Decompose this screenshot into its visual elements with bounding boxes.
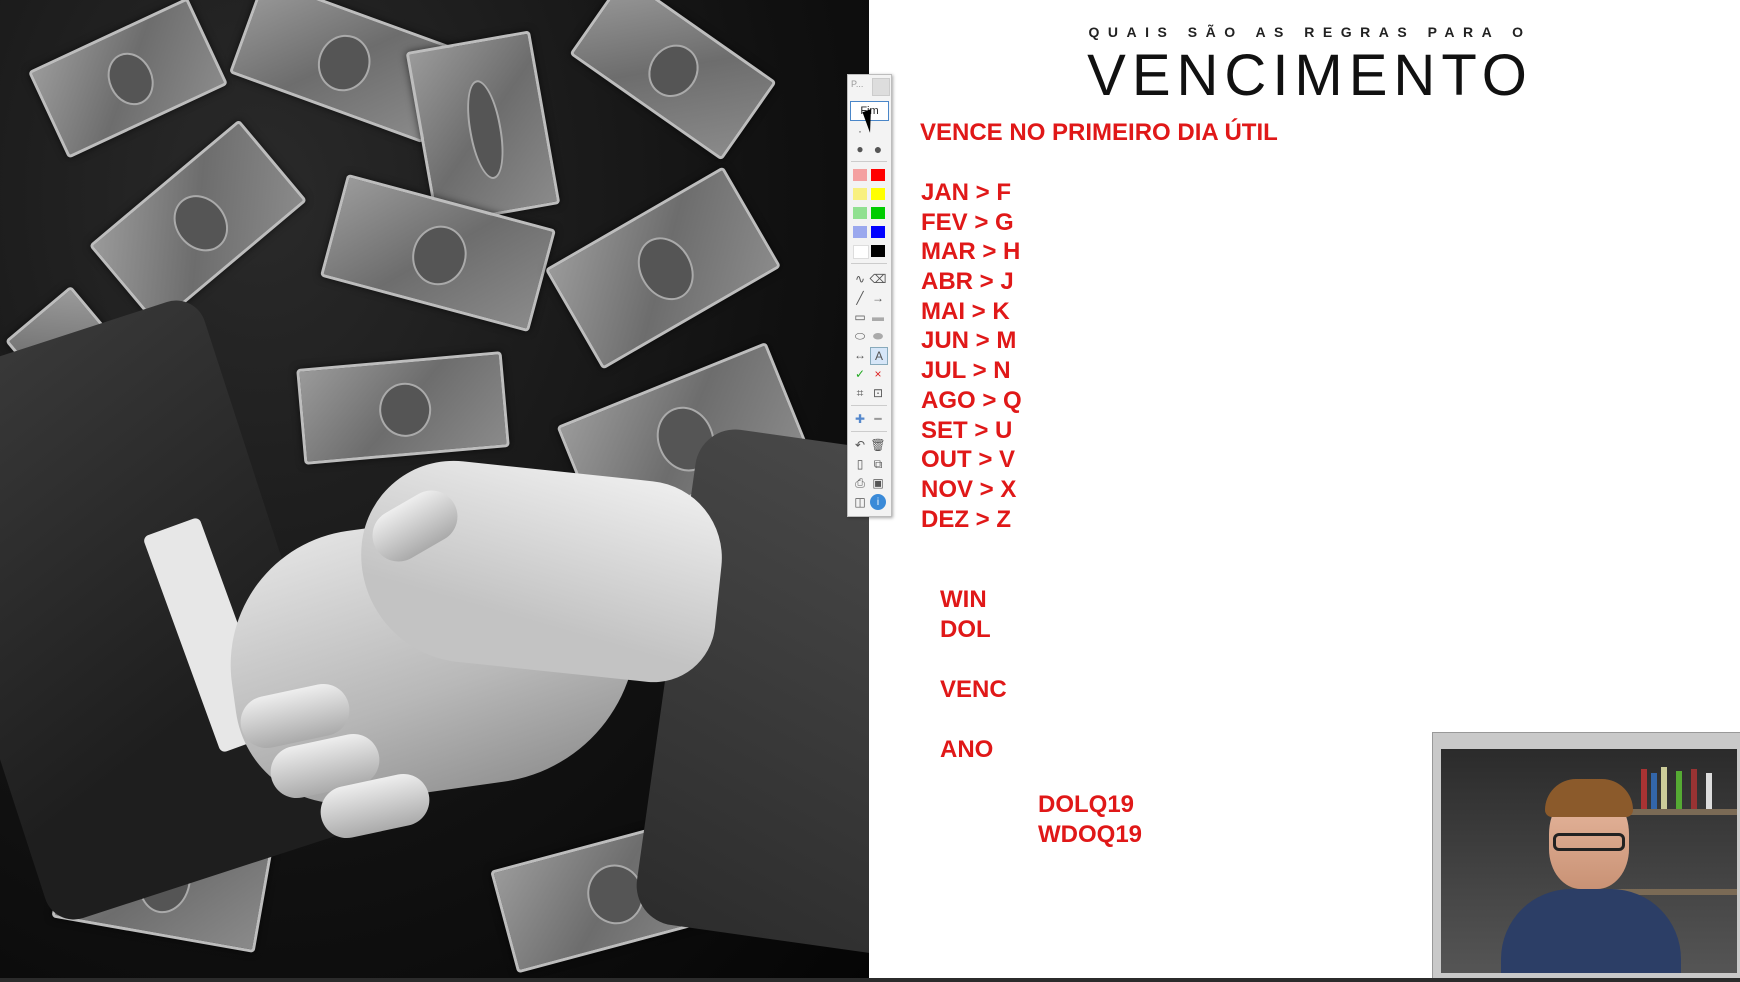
banknote (569, 0, 777, 161)
medium-dot-icon[interactable]: ● (852, 141, 868, 157)
zoom-out-icon[interactable]: ━ (870, 411, 886, 427)
ticker-parts-list: WIN DOL VENC ANO (940, 585, 1007, 765)
toolbar-minimize-button[interactable] (872, 78, 890, 96)
ellipse-icon[interactable]: ⬭ (852, 328, 868, 344)
book (1706, 773, 1712, 809)
ticker-example: DOLQ19 (1038, 791, 1135, 818)
large-dot-icon[interactable]: ● (870, 141, 886, 157)
color-black[interactable] (871, 245, 885, 257)
month-code-item: FEV > G (921, 208, 1014, 236)
month-code-item: AGO > Q (921, 386, 1022, 414)
ticker-part: ANO (940, 736, 994, 763)
ticker-part (940, 645, 1007, 675)
color-white[interactable] (853, 245, 869, 259)
screenshot-icon[interactable]: ◫ (852, 494, 868, 510)
month-code-item: JUN > M (921, 327, 1017, 355)
color-green[interactable] (871, 207, 885, 219)
color-light-blue[interactable] (853, 226, 867, 238)
ticker-part: DOL (940, 616, 991, 643)
check-icon[interactable]: ✓ (852, 366, 868, 382)
close-icon[interactable]: × (870, 366, 886, 382)
banknote (88, 119, 308, 327)
color-yellow[interactable] (871, 188, 885, 200)
rectangle-icon[interactable]: ▭ (852, 309, 868, 325)
month-code-item: MAI > K (921, 297, 1010, 325)
glasses (1553, 833, 1625, 851)
banknote (27, 0, 229, 159)
color-blue[interactable] (871, 226, 885, 238)
freehand-icon[interactable]: ∿ (852, 271, 868, 287)
month-code-item: JUL > N (921, 357, 1011, 385)
ticker-part: WIN (940, 586, 987, 613)
banknote (544, 166, 782, 370)
zoom-in-icon[interactable]: ✚ (852, 411, 868, 427)
color-light-red[interactable] (853, 169, 867, 181)
book (1661, 767, 1667, 809)
toolbar-divider (851, 405, 887, 406)
month-code-list: JAN > F FEV > G MAR > H ABR > J MAI > K … (921, 178, 1022, 534)
ticker-part (940, 705, 1007, 735)
ticker-example: WDOQ19 (1038, 821, 1143, 848)
copy-icon[interactable]: ⧉ (870, 456, 886, 472)
toolbar-divider (851, 431, 887, 432)
trash-icon[interactable]: 🗑 (870, 437, 886, 453)
eraser-icon[interactable]: ⌫ (870, 271, 887, 287)
drawing-toolbar[interactable]: P... Fim · ● ● ∿ ⌫ ╱ → ▭ ▬ ⬭ ⬬ ↔ A ✓ × ⌗… (847, 74, 892, 517)
toolbar-title: P... (851, 79, 864, 89)
month-code-item: ABR > J (921, 268, 1014, 296)
text-tool-icon[interactable]: A (870, 347, 888, 365)
bottom-bar (0, 978, 1740, 982)
toolbar-divider (851, 161, 887, 162)
banknote (296, 351, 510, 465)
person-shirt (1501, 889, 1681, 973)
month-code-item: DEZ > Z (921, 505, 1012, 533)
color-light-yellow[interactable] (853, 188, 867, 200)
book (1691, 769, 1697, 809)
month-code-item: OUT > V (921, 446, 1016, 474)
person-hair (1545, 779, 1633, 817)
arrow-icon[interactable]: → (870, 290, 886, 306)
ticker-examples: DOLQ19 WDOQ19 (1038, 790, 1142, 850)
color-red[interactable] (871, 169, 885, 181)
month-code-item: JAN > F (921, 179, 1012, 206)
info-icon[interactable]: i (870, 494, 886, 510)
webcam-overlay (1432, 732, 1740, 980)
book (1676, 771, 1682, 809)
month-code-item: NOV > X (921, 475, 1017, 503)
small-dot-icon[interactable]: · (852, 123, 868, 139)
month-code-item: SET > U (921, 416, 1013, 444)
book (1641, 769, 1647, 809)
toolbar-divider (851, 263, 887, 264)
webcam-video (1441, 749, 1737, 973)
double-arrow-icon[interactable]: ↔ (852, 347, 868, 363)
print-icon[interactable]: ⎙ (852, 475, 868, 491)
color-light-green[interactable] (853, 207, 867, 219)
zoom-icon[interactable]: ⊡ (870, 385, 886, 401)
slide-title: VENCIMENTO (1087, 43, 1533, 108)
slide-subtitle: QUAIS SÃO AS REGRAS PARA O (1088, 24, 1532, 40)
new-page-icon[interactable]: ▯ (852, 456, 868, 472)
month-code-item: MAR > H (921, 238, 1021, 266)
filled-rectangle-icon[interactable]: ▬ (870, 309, 886, 325)
filled-ellipse-icon[interactable]: ⬬ (870, 328, 886, 344)
undo-icon[interactable]: ↶ (852, 437, 868, 453)
background-photo (0, 0, 869, 978)
save-icon[interactable]: ▣ (870, 475, 886, 491)
expiration-rule-text: VENCE NO PRIMEIRO DIA ÚTIL (920, 119, 1278, 146)
crop-icon[interactable]: ⌗ (852, 385, 868, 401)
ticker-part: VENC (940, 676, 1007, 703)
line-icon[interactable]: ╱ (852, 290, 868, 306)
book (1651, 773, 1657, 809)
